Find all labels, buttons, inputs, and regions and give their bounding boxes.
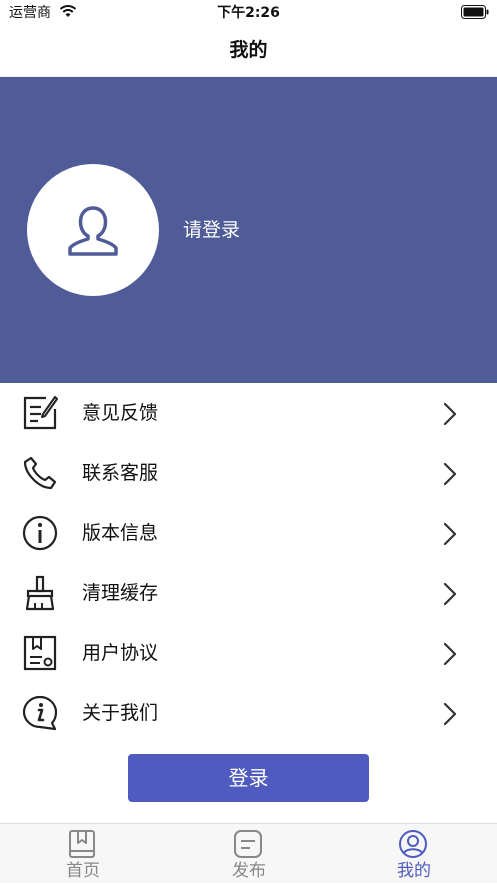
user-circle-icon <box>399 830 427 858</box>
tab-home[interactable]: 首页 <box>0 824 166 884</box>
login-prompt[interactable]: 请登录 <box>183 218 240 242</box>
user-avatar-icon <box>68 206 118 256</box>
avatar[interactable] <box>27 164 159 296</box>
chevron-right-icon <box>443 402 457 426</box>
brush-icon <box>25 575 55 611</box>
tab-bar: 首页 发布 我的 <box>0 823 497 883</box>
menu-item-label: 清理缓存 <box>82 582 159 604</box>
menu-item-feedback[interactable]: 意见反馈 <box>0 383 497 443</box>
status-bar: 运营商 下午2:26 <box>0 0 497 26</box>
menu-item-label: 关于我们 <box>82 702 159 724</box>
battery-icon <box>461 5 489 19</box>
menu-item-label: 用户协议 <box>82 642 159 664</box>
menu-item-label: 意见反馈 <box>82 402 159 424</box>
feedback-icon <box>23 396 58 430</box>
book-icon <box>69 830 95 858</box>
chevron-right-icon <box>443 462 457 486</box>
about-icon <box>22 695 58 731</box>
tab-label: 发布 <box>232 861 266 881</box>
info-icon <box>22 515 58 551</box>
menu-item-label: 版本信息 <box>82 522 159 544</box>
publish-icon <box>234 830 262 858</box>
menu-item-clear-cache[interactable]: 清理缓存 <box>0 563 497 623</box>
nav-bar: 我的 <box>0 26 497 77</box>
tab-label: 我的 <box>397 861 431 881</box>
menu-item-contact-support[interactable]: 联系客服 <box>0 443 497 503</box>
login-button[interactable]: 登录 <box>128 754 369 802</box>
chevron-right-icon <box>443 582 457 606</box>
chevron-right-icon <box>443 702 457 726</box>
page-title: 我的 <box>229 39 268 61</box>
settings-menu: 意见反馈 联系客服 版本信息 清理缓存 用户协议 关于我们 <box>0 383 497 743</box>
agreement-icon <box>23 635 57 671</box>
tab-mine[interactable]: 我的 <box>331 824 497 884</box>
menu-item-user-agreement[interactable]: 用户协议 <box>0 623 497 683</box>
chevron-right-icon <box>443 642 457 666</box>
menu-item-about-us[interactable]: 关于我们 <box>0 683 497 743</box>
chevron-right-icon <box>443 522 457 546</box>
menu-item-version-info[interactable]: 版本信息 <box>0 503 497 563</box>
tab-publish[interactable]: 发布 <box>166 824 332 884</box>
status-time: 下午2:26 <box>217 5 280 21</box>
tab-label: 首页 <box>66 861 100 881</box>
profile-header: 请登录 <box>0 77 497 383</box>
phone-icon <box>23 456 57 490</box>
menu-item-label: 联系客服 <box>82 462 159 484</box>
